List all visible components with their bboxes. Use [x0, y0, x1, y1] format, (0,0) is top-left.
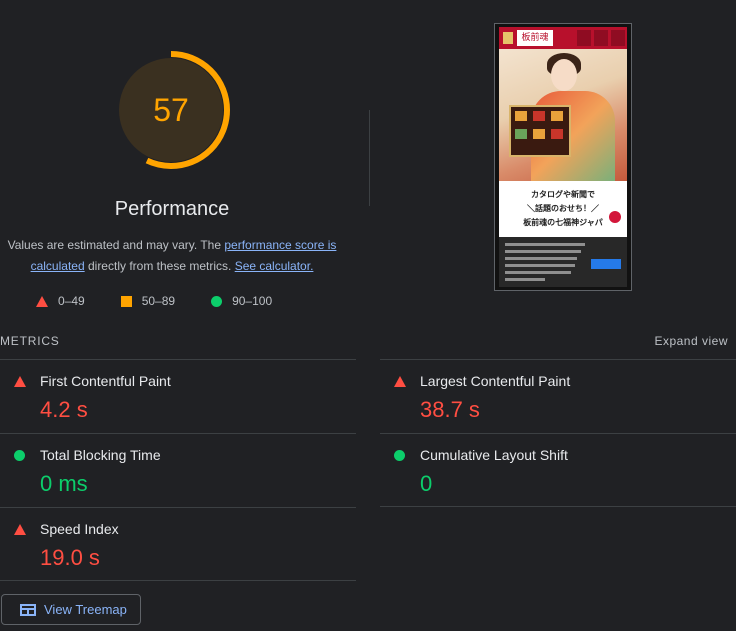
performance-gauge: 57	[108, 50, 234, 176]
metrics-bottom-divider	[0, 580, 356, 581]
metric-name: Cumulative Layout Shift	[420, 447, 568, 463]
metric-value: 0 ms	[40, 471, 88, 496]
metric-first-contentful-paint: First Contentful Paint 4.2 s	[0, 359, 356, 433]
metric-speed-index: Speed Index 19.0 s	[0, 507, 356, 581]
metric-value: 38.7 s	[420, 397, 480, 422]
legend-item-poor: 0–49	[36, 294, 85, 308]
triangle-icon	[36, 295, 48, 307]
metric-name: Speed Index	[40, 521, 119, 537]
legend-label: 0–49	[58, 294, 85, 308]
legend-label: 90–100	[232, 294, 273, 308]
screenshot-headline: カタログや新聞で ＼話題のおせち！／ 板前魂の七福神ジャパ	[499, 181, 627, 237]
headline-line: カタログや新聞で	[531, 189, 595, 199]
headline-line: 板前魂の七福神ジャパ	[523, 217, 603, 227]
metric-name: Total Blocking Time	[40, 447, 161, 463]
description-prefix: Values are estimated and may vary. The	[7, 238, 225, 252]
metric-value: 0	[420, 471, 433, 496]
page-screenshot[interactable]: 板前魂 カタログや新聞で ＼話題のおせち！／ 板前魂の七福神ジャパ	[494, 23, 632, 291]
menu-icon	[503, 32, 513, 44]
screenshot-header-icons	[577, 30, 625, 46]
metric-largest-contentful-paint: Largest Contentful Paint 38.7 s	[380, 359, 736, 433]
screenshot-content: 板前魂 カタログや新聞で ＼話題のおせち！／ 板前魂の七福神ジャパ	[499, 27, 627, 287]
screenshot-logo: 板前魂	[517, 30, 553, 46]
screenshot-hero-photo	[499, 49, 627, 181]
score-description: Values are estimated and may vary. The p…	[0, 235, 344, 277]
metrics-bottom-divider-right	[380, 506, 736, 507]
headline-line: ＼話題のおせち！／	[527, 203, 599, 213]
metric-name: Largest Contentful Paint	[420, 373, 571, 389]
view-treemap-button[interactable]: View Treemap	[1, 594, 141, 625]
circle-icon	[14, 450, 25, 461]
metric-value: 19.0 s	[40, 545, 100, 570]
metric-cumulative-layout-shift: Cumulative Layout Shift 0	[380, 433, 736, 507]
expand-view-toggle[interactable]: Expand view	[654, 334, 728, 348]
calculator-link[interactable]: See calculator.	[235, 259, 314, 273]
gauge-title: Performance	[114, 198, 230, 220]
circle-icon	[394, 450, 405, 461]
gauge-score: 57	[153, 91, 189, 128]
description-middle: directly from these metrics.	[84, 259, 235, 273]
screenshot-header: 板前魂	[499, 27, 627, 49]
triangle-icon	[394, 376, 406, 387]
triangle-icon	[14, 524, 26, 535]
screenshot-cookie-banner	[499, 237, 627, 287]
treemap-icon	[20, 603, 36, 616]
screenshot-badge	[609, 211, 621, 223]
legend-item-good: 90–100	[211, 294, 272, 308]
view-treemap-label: View Treemap	[44, 602, 127, 617]
legend-label: 50–89	[141, 294, 176, 308]
metrics-heading: METRICS	[0, 334, 60, 348]
circle-icon	[211, 295, 223, 307]
screenshot-cookie-button	[591, 259, 621, 269]
square-icon	[120, 295, 132, 307]
legend-item-average: 50–89	[120, 294, 176, 308]
metric-total-blocking-time: Total Blocking Time 0 ms	[0, 433, 356, 507]
score-legend: 0–49 50–89 90–100	[36, 294, 272, 308]
triangle-icon	[14, 376, 26, 387]
metric-name: First Contentful Paint	[40, 373, 171, 389]
metric-value: 4.2 s	[40, 397, 88, 422]
vertical-divider	[369, 110, 370, 206]
